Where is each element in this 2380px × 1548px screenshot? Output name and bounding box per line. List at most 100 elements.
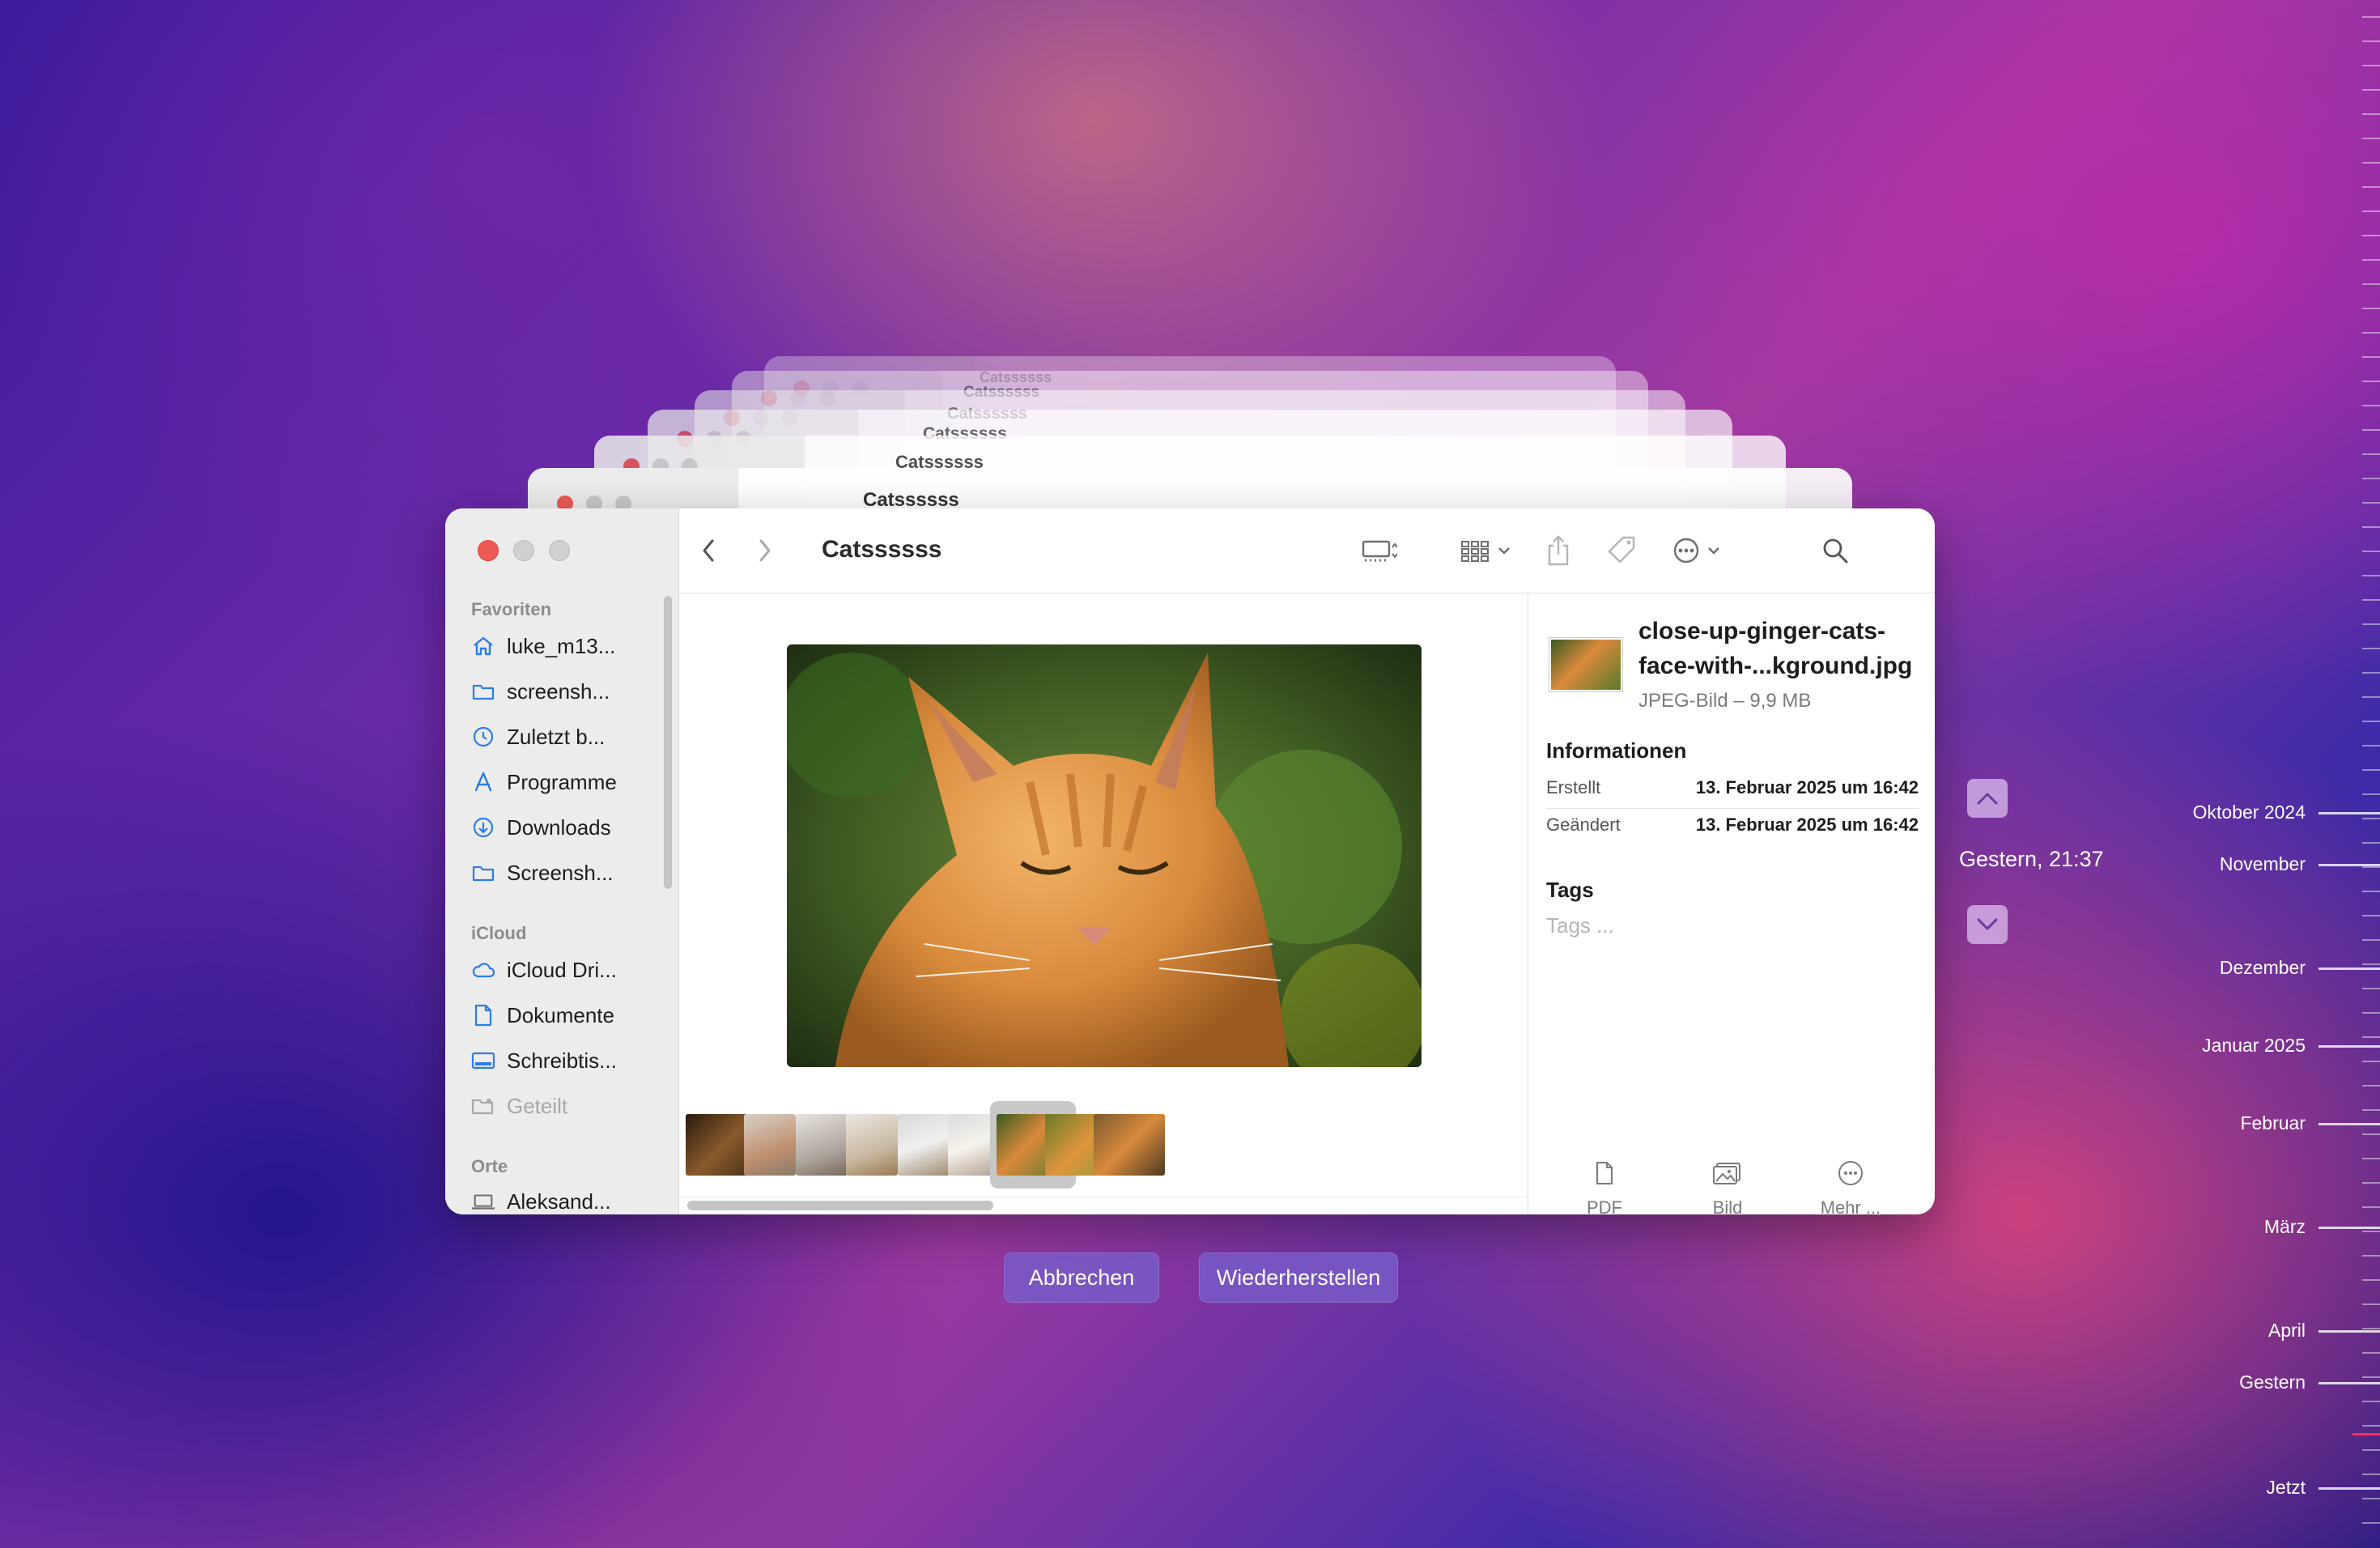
sidebar-item-icloud-drive[interactable]: iCloud Dri... (471, 954, 617, 986)
timeline-tick[interactable] (2362, 453, 2380, 455)
timeline-major-tick[interactable] (2318, 1227, 2380, 1229)
sidebar-item-shared[interactable]: Geteilt (471, 1090, 567, 1122)
timeline-tick[interactable] (2362, 16, 2380, 18)
timeline-tick[interactable] (2362, 186, 2380, 188)
more-actions-button[interactable] (1664, 534, 1736, 567)
timeline[interactable]: Oktober 2024 November Dezember Januar 2025 F… (2072, 0, 2380, 1548)
timeline-label[interactable]: Februar (2240, 1112, 2306, 1134)
timeline-label[interactable]: Dezember (2220, 957, 2306, 979)
horizontal-scrollbar[interactable] (687, 1201, 993, 1210)
thumbnail[interactable] (898, 1114, 950, 1176)
sidebar-item-home[interactable]: luke_m13... (471, 630, 615, 662)
timeline-tick[interactable] (2362, 1498, 2380, 1499)
timeline-tick[interactable] (2362, 283, 2380, 285)
timeline-tick[interactable] (2362, 1231, 2380, 1232)
forward-button[interactable] (749, 534, 781, 567)
timeline-tick[interactable] (2362, 842, 2380, 844)
timeline-tick[interactable] (2362, 818, 2380, 819)
sidebar-item-recents[interactable]: Zuletzt b... (471, 721, 605, 753)
timeline-tick[interactable] (2362, 1328, 2380, 1329)
timeline-major-tick[interactable] (2318, 968, 2380, 970)
timeline-tick[interactable] (2362, 89, 2380, 91)
timeline-label[interactable]: Oktober 2024 (2193, 802, 2306, 823)
sidebar-scrollbar[interactable] (664, 596, 672, 889)
thumbnail[interactable] (1094, 1114, 1165, 1176)
tag-button[interactable] (1604, 534, 1639, 567)
sidebar-item-screenshots[interactable]: screensh... (471, 675, 610, 708)
timeline-tick[interactable] (2362, 1449, 2380, 1451)
timeline-tick[interactable] (2362, 575, 2380, 576)
timeline-tick[interactable] (2362, 793, 2380, 795)
timeline-tick[interactable] (2362, 623, 2380, 625)
minimize-button[interactable] (513, 540, 534, 561)
thumbnail[interactable] (846, 1114, 898, 1176)
timeline-tick[interactable] (2362, 1109, 2380, 1111)
previous-snapshot-button[interactable] (1967, 779, 2008, 818)
sidebar-item-downloads[interactable]: Downloads (471, 811, 611, 844)
timeline-major-tick[interactable] (2318, 1045, 2380, 1048)
thumbnail[interactable] (796, 1114, 848, 1176)
timeline-tick[interactable] (2362, 1255, 2380, 1257)
timeline-tick[interactable] (2362, 40, 2380, 42)
timeline-tick[interactable] (2362, 1061, 2380, 1062)
timeline-tick[interactable] (2362, 939, 2380, 941)
close-button[interactable] (478, 540, 499, 561)
create-pdf-button[interactable]: PDF erstellen (1540, 1159, 1669, 1214)
share-button[interactable] (1541, 534, 1576, 567)
timeline-tick[interactable] (2362, 138, 2380, 139)
timeline-tick[interactable] (2362, 1352, 2380, 1354)
timeline-tick[interactable] (2362, 381, 2380, 382)
sidebar-item-computer[interactable]: Aleksand... (471, 1185, 611, 1214)
timeline-tick[interactable] (2362, 599, 2380, 601)
timeline-tick[interactable] (2362, 1279, 2380, 1281)
timeline-tick[interactable] (2362, 1036, 2380, 1038)
timeline-tick[interactable] (2362, 502, 2380, 504)
timeline-label[interactable]: März (2264, 1216, 2306, 1238)
timeline-tick[interactable] (2362, 1182, 2380, 1184)
timeline-tick[interactable] (2362, 1158, 2380, 1159)
timeline-label[interactable]: November (2220, 853, 2306, 875)
timeline-tick[interactable] (2362, 648, 2380, 649)
thumbnail[interactable] (744, 1114, 796, 1176)
timeline-major-tick[interactable] (2318, 1382, 2380, 1384)
cancel-button[interactable]: Abbrechen (1004, 1252, 1159, 1303)
next-snapshot-button[interactable] (1967, 905, 2008, 944)
timeline-tick[interactable] (2362, 696, 2380, 698)
timeline-tick[interactable] (2362, 963, 2380, 965)
timeline-tick[interactable] (2362, 1522, 2380, 1524)
timeline-tick[interactable] (2362, 672, 2380, 674)
timeline-tick[interactable] (2362, 1085, 2380, 1087)
sidebar-item-applications[interactable]: Programme (471, 766, 617, 798)
timeline-major-tick[interactable] (2318, 864, 2380, 866)
timeline-tick[interactable] (2362, 332, 2380, 334)
timeline-tick[interactable] (2362, 65, 2380, 66)
sidebar-item-screenshots-2[interactable]: Screensh... (471, 857, 614, 889)
timeline-major-tick[interactable] (2318, 1330, 2380, 1333)
sidebar-item-desktop[interactable]: Schreibtis... (471, 1044, 617, 1077)
timeline-major-tick[interactable] (2318, 812, 2380, 814)
timeline-tick[interactable] (2362, 1206, 2380, 1208)
timeline-tick[interactable] (2362, 1401, 2380, 1402)
timeline-tick[interactable] (2362, 211, 2380, 212)
timeline-tick[interactable] (2362, 551, 2380, 552)
timeline-tick[interactable] (2362, 526, 2380, 528)
timeline-label[interactable]: April (2268, 1320, 2306, 1342)
timeline-tick[interactable] (2362, 988, 2380, 989)
timeline-tick[interactable] (2362, 308, 2380, 309)
timeline-tick[interactable] (2362, 1376, 2380, 1378)
timeline-tick[interactable] (2362, 162, 2380, 164)
convert-image-button[interactable]: Bild konvertieren (1663, 1159, 1792, 1214)
timeline-tick[interactable] (2362, 1474, 2380, 1475)
image-preview[interactable] (787, 644, 1422, 1067)
timeline-tick[interactable] (2362, 429, 2380, 431)
timeline-major-tick[interactable] (2318, 1487, 2380, 1490)
sidebar-item-documents[interactable]: Dokumente (471, 999, 614, 1031)
timeline-tick[interactable] (2362, 721, 2380, 722)
timeline-tick[interactable] (2362, 478, 2380, 479)
timeline-major-tick[interactable] (2318, 1123, 2380, 1125)
timeline-tick[interactable] (2362, 1012, 2380, 1014)
timeline-label[interactable]: Gestern (2239, 1372, 2306, 1393)
view-mode-button[interactable] (1343, 534, 1416, 567)
timeline-label[interactable]: Jetzt (2266, 1477, 2306, 1499)
restore-button[interactable]: Wiederherstellen (1199, 1252, 1398, 1303)
